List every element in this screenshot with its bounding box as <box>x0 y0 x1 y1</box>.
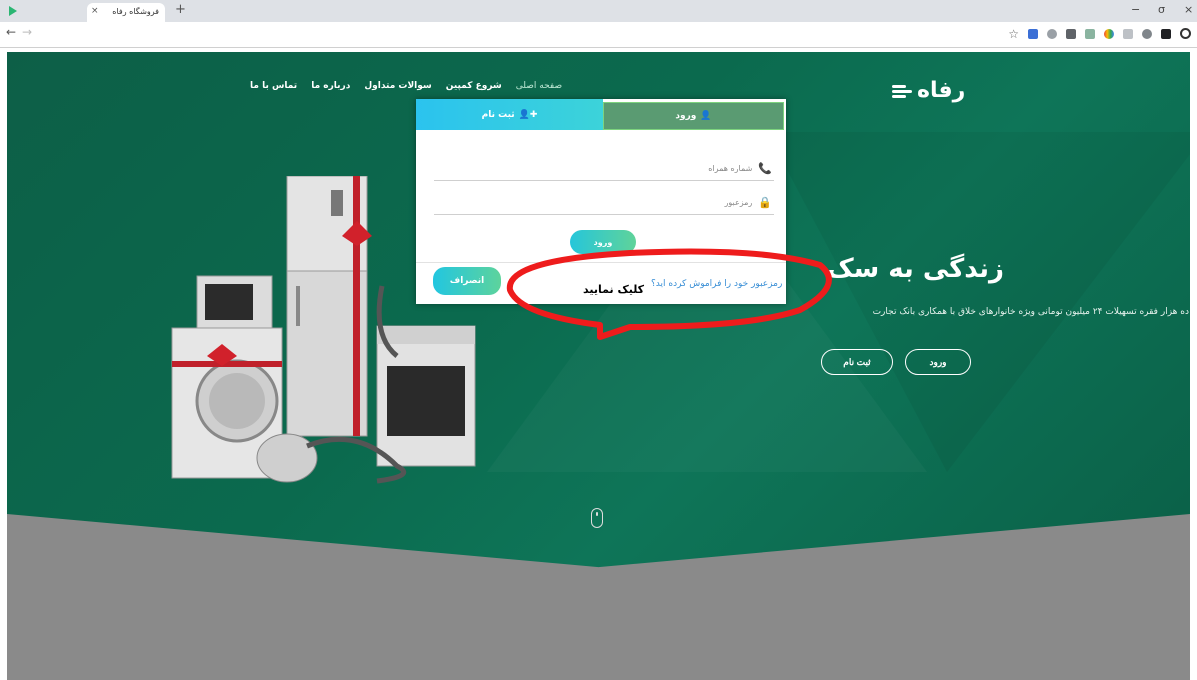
nav-about[interactable]: درباره ما <box>311 81 350 91</box>
phone-input[interactable] <box>452 164 753 173</box>
extension-icon[interactable] <box>1028 28 1038 39</box>
password-input[interactable] <box>452 198 753 207</box>
extension-icon[interactable] <box>1085 28 1095 39</box>
site-logo[interactable]: رفاه <box>892 78 965 103</box>
lock-icon: 🔒 <box>758 196 772 209</box>
maximize-button[interactable]: σ <box>1158 3 1165 16</box>
logo-arrow-icon <box>892 83 914 99</box>
extension-icon[interactable] <box>1123 28 1133 39</box>
browser-toolbar: ← → ☆ <box>0 22 1197 48</box>
extension-icon[interactable] <box>1142 28 1152 39</box>
forward-button[interactable]: → <box>22 25 32 39</box>
browser-tab[interactable]: فروشگاه رفاه × <box>87 3 165 22</box>
extension-icon[interactable] <box>1047 28 1057 39</box>
nav-contact[interactable]: تماس با ما <box>250 81 297 91</box>
hero-headline: زندگی به سک <box>827 254 1004 284</box>
screenshot-root: فروشگاه رفاه × + − σ × ← → ☆ رفاه صفحه ا… <box>0 0 1197 680</box>
bookmark-star-icon[interactable]: ☆ <box>1008 28 1019 40</box>
window-close-button[interactable]: × <box>1184 3 1193 16</box>
scroll-mouse-icon[interactable] <box>591 508 603 528</box>
minimize-button[interactable]: − <box>1131 3 1140 16</box>
phone-field: 📞 <box>434 157 774 181</box>
phone-icon: 📞 <box>758 162 772 175</box>
password-field: 🔒 <box>434 191 774 215</box>
browser-tab-title: فروشگاه رفاه <box>112 7 159 16</box>
hero-login-button[interactable]: ورود <box>905 349 971 375</box>
browser-tab-strip: فروشگاه رفاه × + − σ × <box>0 0 1197 22</box>
extensions-bar: ☆ <box>1008 28 1191 40</box>
browser-favicon-icon <box>9 6 17 16</box>
nav-start-campaign[interactable]: شروع کمپین <box>446 81 502 91</box>
back-button[interactable]: ← <box>6 25 16 39</box>
user-icon: 👤 <box>700 111 712 121</box>
extension-icon[interactable] <box>1104 28 1114 39</box>
logo-text: رفاه <box>917 78 966 103</box>
tab-login[interactable]: 👤 ورود <box>603 102 784 130</box>
hero-register-button[interactable]: ثبت نام <box>821 349 893 375</box>
annotation-callout <box>506 248 832 340</box>
add-user-icon: ✚👤 <box>518 109 538 120</box>
tab-register-label: ثبت نام <box>481 109 515 120</box>
tab-login-label: ورود <box>675 111 697 121</box>
nav-home[interactable]: صفحه اصلی <box>516 81 562 91</box>
cancel-button[interactable]: انصراف <box>433 267 501 295</box>
main-nav: صفحه اصلی شروع کمپین سوالات متداول دربار… <box>250 81 562 91</box>
bottom-section <box>7 514 1190 680</box>
annotation-text: کلیک نمایید <box>583 283 645 296</box>
tab-register[interactable]: ✚👤 ثبت نام <box>416 99 603 130</box>
extension-icon[interactable] <box>1066 28 1076 39</box>
extension-icon[interactable] <box>1161 28 1171 39</box>
profile-avatar-icon[interactable] <box>1180 28 1191 39</box>
nav-faq[interactable]: سوالات متداول <box>364 81 431 91</box>
tab-close-icon[interactable]: × <box>91 6 99 16</box>
new-tab-button[interactable]: + <box>175 2 186 17</box>
